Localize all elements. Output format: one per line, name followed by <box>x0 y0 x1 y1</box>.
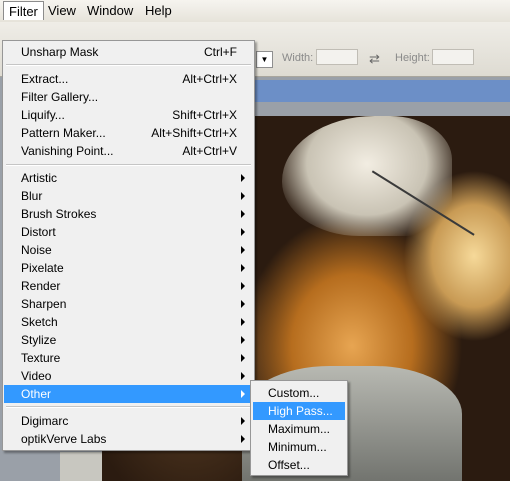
submenu-arrow-icon <box>241 390 245 398</box>
menu-item-video[interactable]: Video <box>4 367 253 385</box>
menu-item-vanishing-point[interactable]: Vanishing Point... Alt+Ctrl+V <box>4 142 253 160</box>
submenu-item-minimum[interactable]: Minimum... <box>253 438 345 456</box>
menu-item-extract[interactable]: Extract... Alt+Ctrl+X <box>4 70 253 88</box>
width-label: Width: <box>282 52 314 64</box>
menu-separator <box>6 164 251 166</box>
submenu-arrow-icon <box>241 282 245 290</box>
menu-window[interactable]: Window <box>82 2 138 19</box>
submenu-item-label: Offset... <box>268 458 310 472</box>
submenu-item-label: Minimum... <box>268 440 327 454</box>
menu-item-label: Pattern Maker... <box>21 126 106 140</box>
menu-item-label: Render <box>21 279 61 293</box>
other-submenu: Custom... High Pass... Maximum... Minimu… <box>250 380 348 476</box>
menu-item-distort[interactable]: Distort <box>4 223 253 241</box>
width-field[interactable] <box>316 49 358 65</box>
submenu-arrow-icon <box>241 318 245 326</box>
submenu-arrow-icon <box>241 300 245 308</box>
submenu-item-custom[interactable]: Custom... <box>253 384 345 402</box>
menu-item-other[interactable]: Other <box>4 385 253 403</box>
menu-item-pattern-maker[interactable]: Pattern Maker... Alt+Shift+Ctrl+X <box>4 124 253 142</box>
menu-item-filter-gallery[interactable]: Filter Gallery... <box>4 88 253 106</box>
submenu-arrow-icon <box>241 264 245 272</box>
menu-item-label: Sketch <box>21 315 58 329</box>
side-panel <box>60 452 103 481</box>
menu-item-label: Brush Strokes <box>21 207 97 221</box>
submenu-arrow-icon <box>241 228 245 236</box>
menu-item-texture[interactable]: Texture <box>4 349 253 367</box>
height-field[interactable] <box>432 49 474 65</box>
submenu-arrow-icon <box>241 174 245 182</box>
submenu-arrow-icon <box>241 210 245 218</box>
menu-bar: Filter View Window Help <box>0 0 510 23</box>
menu-item-shortcut: Alt+Ctrl+X <box>182 72 237 86</box>
height-label: Height: <box>395 52 430 64</box>
submenu-item-label: Custom... <box>268 386 320 400</box>
submenu-arrow-icon <box>241 372 245 380</box>
menu-item-shortcut: Alt+Shift+Ctrl+X <box>151 126 237 140</box>
menu-item-digimarc[interactable]: Digimarc <box>4 412 253 430</box>
submenu-item-offset[interactable]: Offset... <box>253 456 345 474</box>
filter-menu: Unsharp Mask Ctrl+F Extract... Alt+Ctrl+… <box>2 40 255 451</box>
menu-item-label: Video <box>21 369 52 383</box>
submenu-arrow-icon <box>241 354 245 362</box>
menu-item-label: Texture <box>21 351 61 365</box>
submenu-item-label: High Pass... <box>268 404 333 418</box>
menu-item-label: optikVerve Labs <box>21 432 107 446</box>
menu-filter[interactable]: Filter <box>3 1 44 20</box>
menu-item-blur[interactable]: Blur <box>4 187 253 205</box>
menu-help[interactable]: Help <box>140 2 177 19</box>
menu-item-label: Noise <box>21 243 52 257</box>
submenu-arrow-icon <box>241 192 245 200</box>
menu-item-pixelate[interactable]: Pixelate <box>4 259 253 277</box>
menu-item-noise[interactable]: Noise <box>4 241 253 259</box>
menu-item-liquify[interactable]: Liquify... Shift+Ctrl+X <box>4 106 253 124</box>
submenu-arrow-icon <box>241 435 245 443</box>
menu-item-artistic[interactable]: Artistic <box>4 169 253 187</box>
menu-view[interactable]: View <box>43 2 81 19</box>
menu-item-stylize[interactable]: Stylize <box>4 331 253 349</box>
menu-item-label: Artistic <box>21 171 57 185</box>
menu-item-label: Other <box>21 387 52 401</box>
submenu-arrow-icon <box>241 417 245 425</box>
document-title-bar[interactable] <box>230 80 510 102</box>
menu-item-label: Stylize <box>21 333 57 347</box>
menu-item-label: Liquify... <box>21 108 65 122</box>
menu-item-brush-strokes[interactable]: Brush Strokes <box>4 205 253 223</box>
menu-item-shortcut: Shift+Ctrl+X <box>172 108 237 122</box>
menu-item-label: Pixelate <box>21 261 64 275</box>
submenu-arrow-icon <box>241 246 245 254</box>
menu-item-shortcut: Alt+Ctrl+V <box>182 144 237 158</box>
menu-item-render[interactable]: Render <box>4 277 253 295</box>
submenu-item-high-pass[interactable]: High Pass... <box>253 402 345 420</box>
menu-separator <box>6 64 251 66</box>
menu-item-label: Digimarc <box>21 414 69 428</box>
menu-item-label: Blur <box>21 189 43 203</box>
menu-item-label: Vanishing Point... <box>21 144 114 158</box>
style-dropdown-arrow[interactable]: ▼ <box>256 51 273 68</box>
menu-item-shortcut: Ctrl+F <box>204 45 237 59</box>
menu-item-label: Distort <box>21 225 56 239</box>
menu-item-unsharp-mask[interactable]: Unsharp Mask Ctrl+F <box>4 43 253 61</box>
submenu-item-maximum[interactable]: Maximum... <box>253 420 345 438</box>
menu-item-label: Filter Gallery... <box>21 90 99 104</box>
menu-item-label: Unsharp Mask <box>21 45 99 59</box>
menu-separator <box>6 406 251 408</box>
swap-icon[interactable]: ⇄ <box>369 51 380 67</box>
menu-item-sketch[interactable]: Sketch <box>4 313 253 331</box>
menu-item-label: Sharpen <box>21 297 67 311</box>
menu-item-sharpen[interactable]: Sharpen <box>4 295 253 313</box>
submenu-arrow-icon <box>241 336 245 344</box>
menu-item-optikverve-labs[interactable]: optikVerve Labs <box>4 430 253 448</box>
menu-item-label: Extract... <box>21 72 69 86</box>
submenu-item-label: Maximum... <box>268 422 331 436</box>
